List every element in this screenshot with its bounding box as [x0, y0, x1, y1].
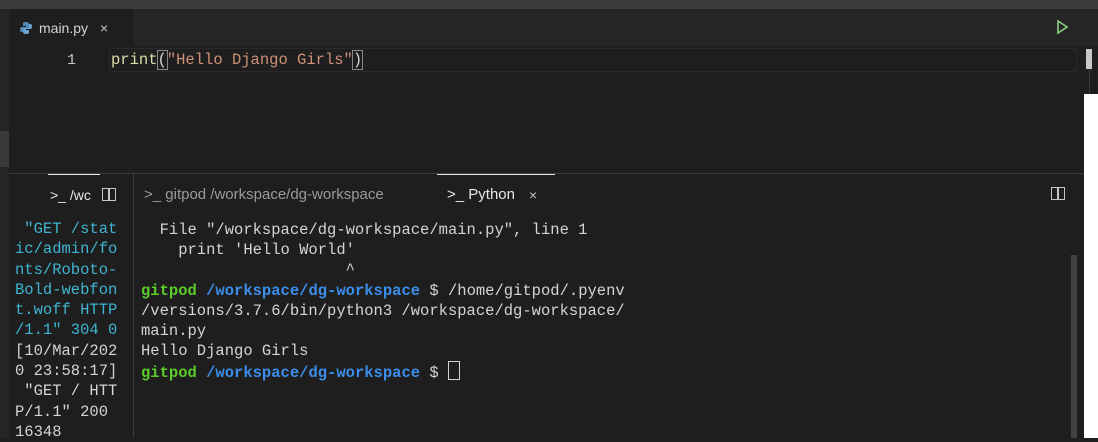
terminal-line: File "/workspace/dg-workspace/main.py", …: [141, 221, 588, 239]
log-line: t.woff HTTP: [15, 301, 118, 320]
right-terminal-header: >_ gitpod /workspace/dg-workspace >_ Pyt…: [134, 174, 1084, 214]
line-number: 1: [67, 52, 77, 69]
code-line[interactable]: print("Hello Django Girls"): [111, 50, 364, 70]
tab-gitpod-terminal[interactable]: >_ gitpod /workspace/dg-workspace: [144, 174, 384, 214]
editor-scrollbar-thumb[interactable]: [1086, 49, 1092, 69]
log-line: ic/admin/fo: [15, 240, 118, 259]
run-icon[interactable]: [1054, 19, 1070, 35]
log-line: P/1.1" 200: [15, 402, 109, 421]
log-line: /1.1" 304 0: [15, 321, 118, 340]
log-line: "GET /stat: [15, 220, 118, 238]
prompt-symbol: $: [420, 281, 448, 300]
left-terminal-output[interactable]: "GET /stat ic/admin/fo nts/Roboto- Bold-web…: [15, 219, 129, 442]
prompt-path: /workspace/dg-workspace: [206, 281, 421, 300]
log-line: [10/Mar/202: [15, 341, 118, 360]
activity-bar: [0, 9, 9, 438]
tab-main-py[interactable]: main.py ×: [9, 9, 133, 46]
terminal-line: main.py: [141, 322, 207, 341]
terminal-line: /versions/3.7.6/bin/python3 /workspace/d…: [141, 301, 625, 320]
terminal-line: print 'Hello World': [141, 241, 355, 260]
log-line: "GET / HTT: [15, 382, 118, 401]
close-icon[interactable]: ×: [529, 187, 537, 203]
code-function: print: [111, 51, 158, 69]
close-icon[interactable]: ×: [100, 20, 108, 36]
terminal-command: /home/gitpod/.pyenv: [447, 281, 625, 300]
terminal-line: Hello Django Girls: [141, 342, 309, 361]
terminal-line: ^: [141, 261, 355, 280]
prompt-user: gitpod: [141, 364, 197, 383]
python-file-icon: [20, 21, 32, 34]
terminal-cursor[interactable]: [447, 361, 460, 381]
log-line: nts/Roboto-: [15, 260, 118, 279]
split-terminal-icon[interactable]: [1051, 187, 1065, 200]
code-editor[interactable]: 1 print("Hello Django Girls"): [9, 46, 1098, 173]
code-open-paren: (: [156, 50, 168, 70]
tab-python-terminal[interactable]: >_ Python ×: [437, 174, 555, 214]
tab-filename: main.py: [39, 19, 89, 36]
editor-tab-bar: main.py ×: [9, 9, 1098, 46]
split-terminal-icon[interactable]: [102, 188, 116, 201]
prompt-symbol: $: [420, 364, 448, 383]
tab-python-label: >_ Python: [447, 186, 515, 203]
right-terminal-output[interactable]: File "/workspace/dg-workspace/main.py", …: [141, 220, 1071, 384]
prompt-path: /workspace/dg-workspace: [206, 364, 421, 383]
log-line: Bold-webfon: [15, 280, 118, 299]
activity-marker: [0, 131, 9, 167]
title-strip: [0, 0, 1098, 9]
prompt-user: gitpod: [141, 281, 197, 300]
code-string: "Hello Django Girls": [166, 51, 353, 69]
side-panel-edge: [1084, 94, 1098, 438]
log-line: 16348: [15, 422, 62, 441]
terminal-scrollbar[interactable]: [1071, 255, 1077, 438]
left-terminal-header: >_ /wc: [9, 174, 133, 214]
code-close-paren: ): [351, 50, 364, 70]
tab-left-terminal[interactable]: >_ /wc: [48, 174, 100, 214]
log-line: 0 23:58:17]: [15, 362, 118, 381]
